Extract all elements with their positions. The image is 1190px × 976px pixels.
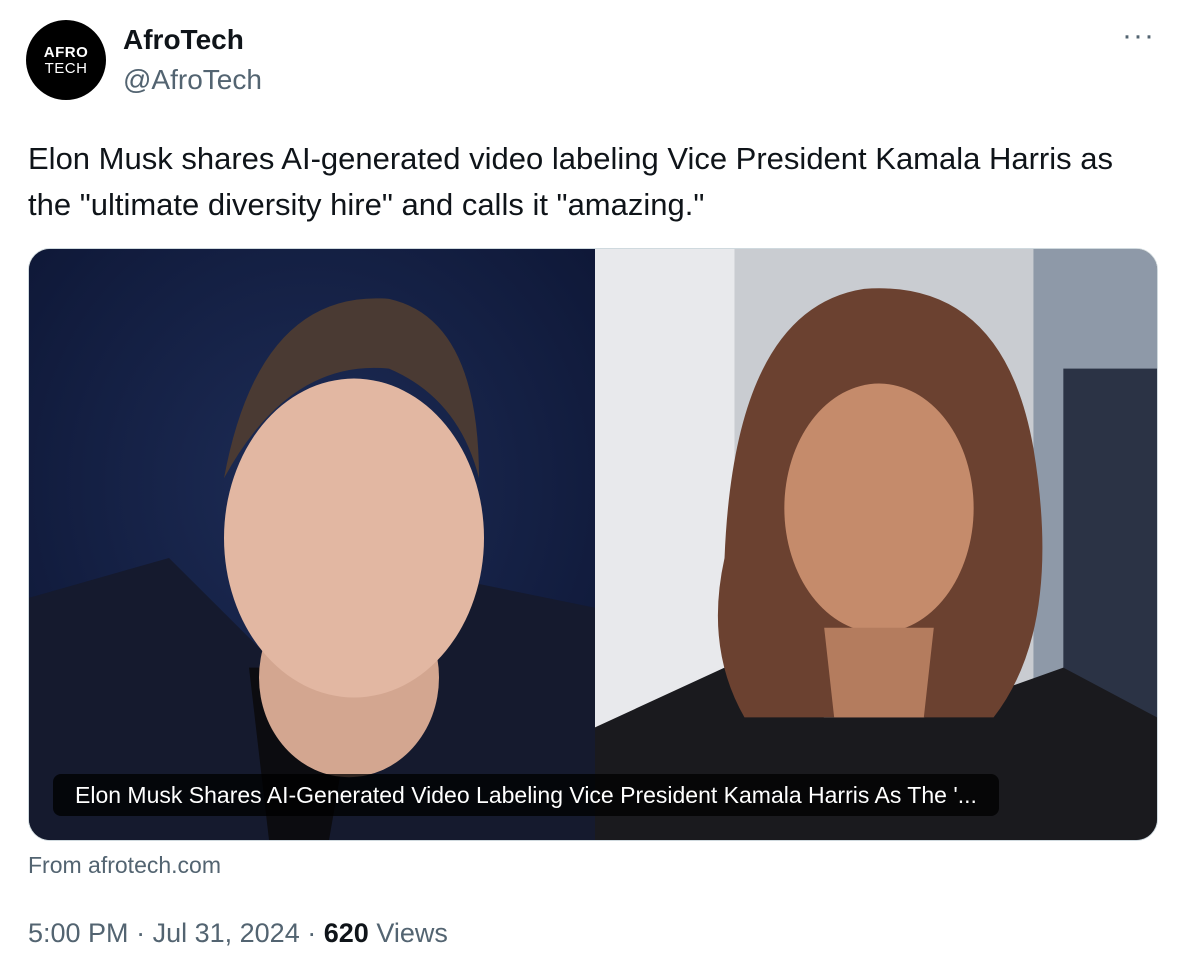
link-card[interactable]: Elon Musk Shares AI-Generated Video Labe… [28,248,1158,841]
card-caption: Elon Musk Shares AI-Generated Video Labe… [53,774,999,816]
avatar-text-line1: AFRO [43,43,89,61]
author-handle[interactable]: @AfroTech [123,64,262,96]
avatar-text-line2: TECH [44,59,88,77]
tweet-date[interactable]: Jul 31, 2024 [153,918,300,948]
tweet-meta: 5:00 PM · Jul 31, 2024 · 620 Views [28,918,448,949]
more-horizontal-icon[interactable]: ··· [1122,21,1155,51]
tweet-time[interactable]: 5:00 PM [28,918,129,948]
card-source[interactable]: From afrotech.com [28,852,221,879]
photo-left [29,249,595,840]
avatar[interactable]: AFRO TECH [26,20,106,100]
author-name[interactable]: AfroTech [123,24,244,56]
tweet-text: Elon Musk shares AI-generated video labe… [28,141,1113,222]
views-count: 620 [323,918,369,948]
meta-separator: · [136,918,146,948]
views-label: Views [376,918,448,948]
photo-right [595,249,1157,840]
meta-separator: · [307,918,317,948]
